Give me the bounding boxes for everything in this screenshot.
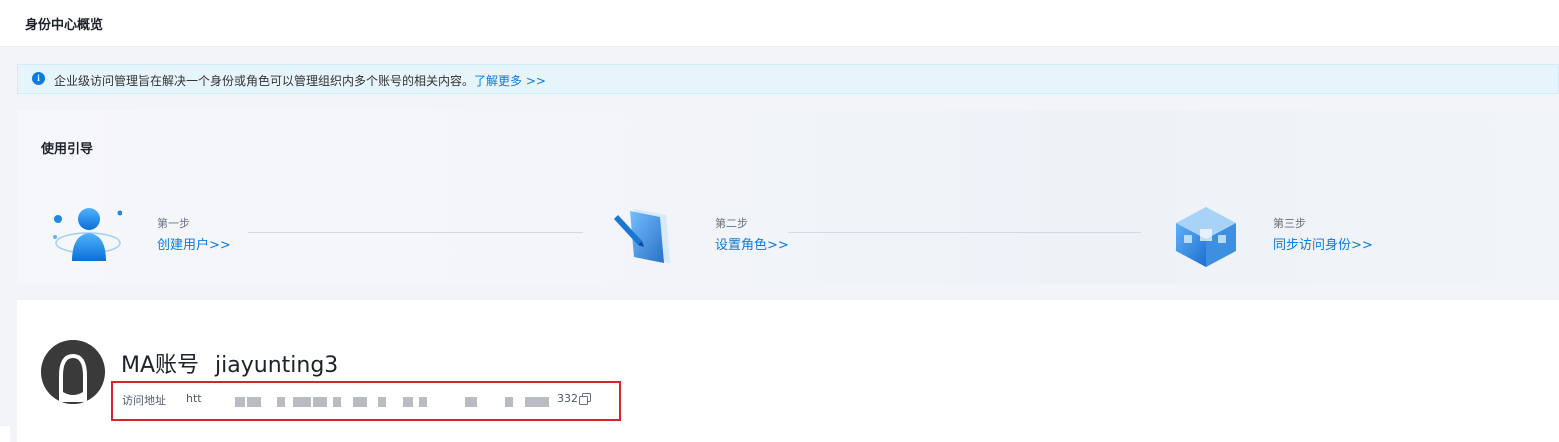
account-card: MA账号 jiayunting3 访问地址 htt 332 <box>17 300 1559 442</box>
copy-icon[interactable] <box>579 393 591 405</box>
user-icon <box>53 208 122 261</box>
avatar <box>41 340 105 404</box>
info-banner-text: 企业级访问管理旨在解决一个身份或角色可以管理组织内多个账号的相关内容。了解更多 … <box>54 72 546 89</box>
scroll-edge <box>0 426 10 442</box>
step-connector <box>788 232 1141 233</box>
guide-step-3: 第三步 同步访问身份>> <box>1168 205 1558 267</box>
header-bar: 身份中心概览 <box>0 0 1559 47</box>
guide-step-2: 第二步 设置角色>> <box>610 205 1141 265</box>
account-title: MA账号 jiayunting3 <box>121 347 338 379</box>
usage-guide: 使用引导 第一步 创建用户>> 第二步 设置角色>> 第三步 同步访问身份>> <box>17 110 1559 284</box>
sync-identity-link[interactable]: 同步访问身份>> <box>1273 234 1373 253</box>
step-connector <box>248 232 583 233</box>
account-name: jiayunting3 <box>215 353 339 378</box>
step-3-label: 第三步 <box>1273 217 1306 230</box>
step-1-label: 第一步 <box>157 217 190 230</box>
page-title: 身份中心概览 <box>25 18 104 33</box>
access-address-box: 访问地址 htt 332 <box>111 381 621 421</box>
access-address-suffix: 332 <box>557 392 578 405</box>
role-edit-icon <box>614 209 670 263</box>
sync-cube-icon <box>1176 207 1236 267</box>
avatar-icon <box>41 340 105 404</box>
info-banner-message: 企业级访问管理旨在解决一个身份或角色可以管理组织内多个账号的相关内容。 <box>54 74 475 88</box>
create-user-link[interactable]: 创建用户>> <box>157 234 231 253</box>
learn-more-link[interactable]: 了解更多 >> <box>474 74 546 88</box>
access-address-prefix: htt <box>186 392 202 405</box>
redacted-url <box>203 397 553 409</box>
guide-title: 使用引导 <box>41 142 94 157</box>
account-type: MA账号 <box>121 353 200 378</box>
guide-step-1: 第一步 创建用户>> <box>52 205 583 265</box>
step-2-label: 第二步 <box>715 217 748 230</box>
set-role-link[interactable]: 设置角色>> <box>715 234 789 253</box>
info-banner: i 企业级访问管理旨在解决一个身份或角色可以管理组织内多个账号的相关内容。了解更… <box>17 64 1559 94</box>
info-icon: i <box>32 72 45 85</box>
access-address-label: 访问地址 <box>122 394 166 407</box>
